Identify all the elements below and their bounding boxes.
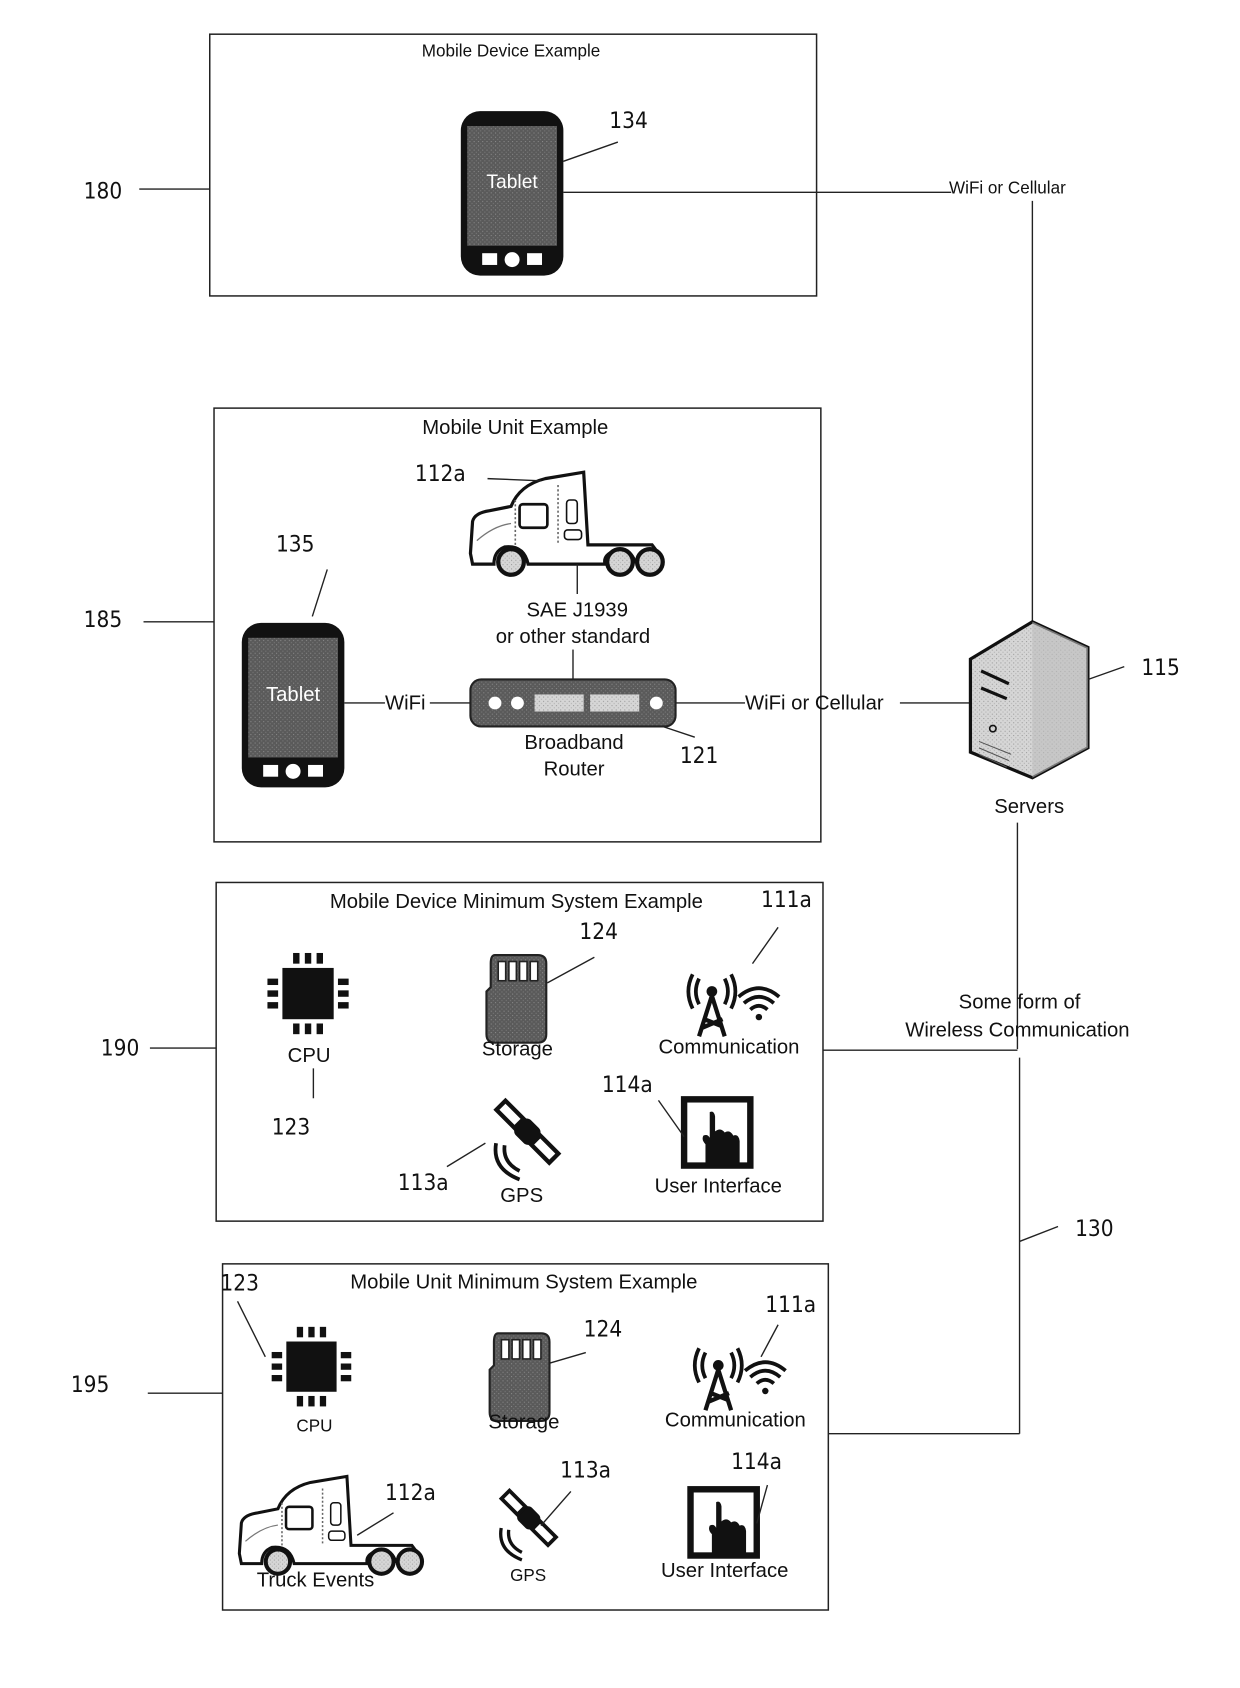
user-interface-icon	[684, 1099, 750, 1165]
wireless-label-2: Wireless Communication	[905, 1019, 1129, 1041]
gps-label: GPS	[500, 1185, 543, 1207]
user-interface-label: User Interface	[661, 1560, 788, 1582]
ref-123: 123	[272, 1115, 311, 1141]
server-icon	[968, 619, 1090, 780]
leader-124	[547, 956, 595, 984]
section-mobile-device-min: Mobile Device Minimum System Example 190…	[101, 881, 1018, 1222]
communication-icon	[695, 1348, 786, 1410]
ref-114a: 114a	[602, 1072, 653, 1098]
communication-label: Communication	[659, 1036, 800, 1058]
gps-icon	[493, 1098, 561, 1180]
cpu-label: CPU	[288, 1045, 331, 1067]
ref-134: 134	[609, 108, 648, 134]
communication-icon	[688, 974, 779, 1036]
storage-icon	[485, 954, 548, 1044]
ref-190: 190	[101, 1036, 139, 1062]
ref-124: 124	[579, 919, 618, 945]
wifi-label: WiFi	[385, 692, 426, 714]
leader-130	[1019, 1225, 1059, 1243]
storage-label: Storage	[482, 1039, 553, 1061]
mobile-device-title: Mobile Device Example	[422, 42, 600, 61]
leader-112a	[356, 1512, 394, 1536]
ref-111a: 111a	[761, 887, 812, 913]
mobile-unit-title: Mobile Unit Example	[422, 417, 608, 439]
leader-111a	[751, 926, 779, 965]
truck-events-label: Truck Events	[257, 1570, 375, 1592]
leader-135	[311, 569, 328, 617]
cpu-icon	[271, 1326, 352, 1407]
ref-195: 195	[71, 1372, 110, 1398]
leader-124	[549, 1351, 587, 1364]
user-interface-icon	[691, 1489, 757, 1555]
leader-114a	[657, 1100, 685, 1138]
bus-label-2: or other standard	[496, 626, 650, 648]
tablet-label: Tablet	[486, 172, 538, 193]
ref-124: 124	[584, 1317, 623, 1343]
ref-111a: 111a	[765, 1292, 816, 1318]
tablet-label: Tablet	[266, 684, 320, 706]
communication-label: Communication	[665, 1409, 806, 1431]
ref-123: 123	[220, 1271, 259, 1297]
cpu-label: CPU	[296, 1417, 332, 1436]
ref-130: 130	[1075, 1216, 1114, 1242]
storage-label: Storage	[488, 1411, 559, 1433]
ref-180: 180	[84, 179, 123, 205]
storage-icon	[488, 1332, 551, 1422]
ref-113a: 113a	[398, 1170, 449, 1196]
wifi-cellular-label-top: WiFi or Cellular	[949, 178, 1066, 197]
router-label-2: Router	[544, 759, 605, 781]
leader-113a	[540, 1490, 572, 1527]
leader-123	[236, 1300, 266, 1358]
tablet-icon	[460, 111, 564, 276]
section-mobile-unit: Mobile Unit Example 185 112a SAE J1939 o…	[84, 407, 971, 843]
ref-135: 135	[276, 531, 315, 557]
leader-115	[1087, 665, 1125, 681]
system-diagram: Mobile Device Example 180 Tablet 134 WiF…	[71, 33, 1180, 1611]
ref-112a: 112a	[385, 1480, 436, 1506]
router-icon	[469, 678, 677, 728]
wireless-label-1: Some form of	[959, 992, 1081, 1014]
gps-icon	[496, 1486, 561, 1562]
ref-121: 121	[680, 743, 719, 769]
leader-134	[563, 141, 619, 162]
user-interface-label: User Interface	[655, 1175, 782, 1197]
mobile-unit-min-title: Mobile Unit Minimum System Example	[350, 1271, 697, 1293]
ref-113a: 113a	[560, 1458, 611, 1484]
truck-icon	[470, 472, 662, 575]
leader-113a	[446, 1142, 486, 1168]
leader-112a	[487, 477, 541, 482]
wifi-cellular-label-mid: WiFi or Cellular	[745, 692, 884, 714]
gps-label: GPS	[510, 1566, 546, 1585]
router-label-1: Broadband	[524, 732, 623, 754]
ref-114a: 114a	[731, 1449, 782, 1475]
cpu-icon	[267, 952, 349, 1035]
leader-111a	[760, 1324, 779, 1358]
leader-121	[662, 725, 696, 738]
ref-112a: 112a	[415, 461, 466, 487]
mobile-device-min-title: Mobile Device Minimum System Example	[330, 891, 703, 913]
servers-node: Servers 115	[968, 619, 1180, 1050]
bus-label-1: SAE J1939	[527, 599, 628, 621]
servers-label: Servers	[994, 796, 1064, 818]
section-mobile-unit-min: Mobile Unit Minimum System Example 195 1…	[71, 1263, 1020, 1611]
ref-185: 185	[84, 607, 123, 633]
ref-115: 115	[1141, 655, 1180, 681]
